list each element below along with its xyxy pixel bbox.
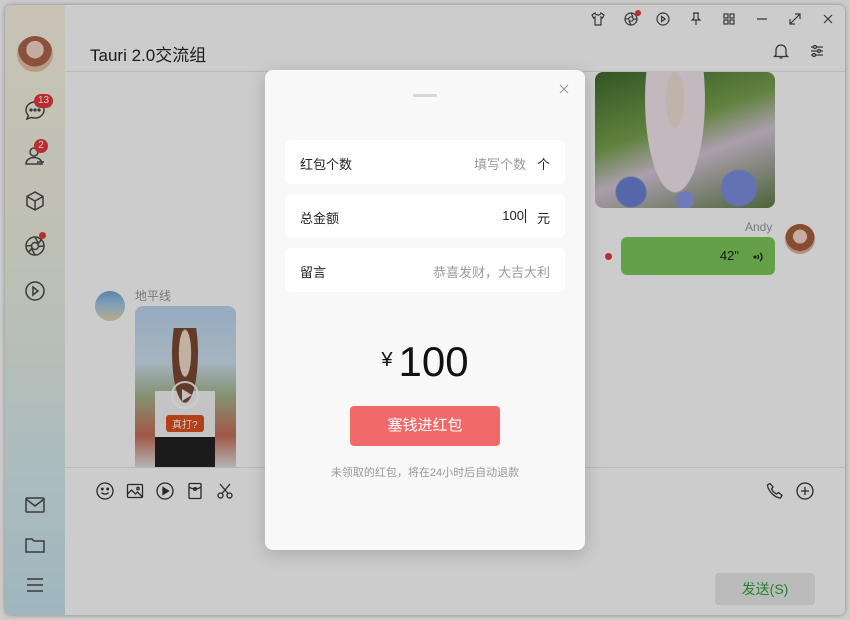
total-amount-field[interactable]: 总金额 100 元 bbox=[285, 194, 565, 238]
packet-count-field[interactable]: 红包个数 填写个数 个 bbox=[285, 140, 565, 184]
total-amount-input[interactable]: 100 bbox=[502, 208, 524, 223]
drag-handle[interactable] bbox=[413, 94, 437, 97]
currency-symbol: ¥ bbox=[381, 349, 392, 371]
red-packet-dialog: 红包个数 填写个数 个 总金额 100 元 留言 恭喜发财，大吉大利 ¥100 … bbox=[265, 70, 585, 550]
total-amount-unit: 元 bbox=[537, 208, 550, 227]
text-caret bbox=[525, 209, 526, 223]
message-input[interactable]: 恭喜发财，大吉大利 bbox=[433, 262, 550, 281]
message-field[interactable]: 留言 恭喜发财，大吉大利 bbox=[285, 248, 565, 292]
send-red-packet-button[interactable]: 塞钱进红包 bbox=[350, 406, 500, 446]
packet-count-unit: 个 bbox=[537, 154, 550, 173]
refund-hint: 未领取的红包，将在24小时后自动退款 bbox=[265, 464, 585, 480]
packet-count-label: 红包个数 bbox=[300, 154, 352, 173]
amount-display: ¥100 bbox=[265, 338, 585, 386]
close-icon[interactable] bbox=[558, 80, 570, 92]
total-amount-label: 总金额 bbox=[300, 208, 339, 227]
message-label: 留言 bbox=[300, 262, 326, 281]
amount-value: 100 bbox=[399, 338, 469, 385]
packet-count-input[interactable]: 填写个数 bbox=[474, 154, 526, 173]
